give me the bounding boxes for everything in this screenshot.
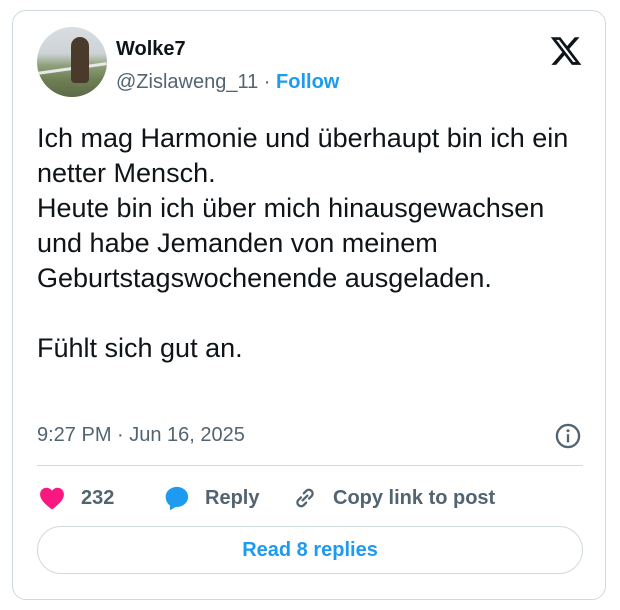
- like-count: 232: [81, 486, 115, 509]
- divider: [37, 465, 583, 466]
- read-replies-button[interactable]: Read 8 replies: [37, 526, 583, 574]
- avatar[interactable]: [37, 27, 107, 97]
- copy-link-label: Copy link to post: [333, 486, 496, 509]
- separator-dot: ·: [263, 71, 271, 93]
- read-replies-label: Read 8 replies: [242, 538, 378, 561]
- reply-label: Reply: [205, 486, 260, 509]
- info-icon[interactable]: [554, 422, 582, 450]
- tweet-card: Wolke7 @Zislaweng_11 · Follow Ich mag Ha…: [12, 10, 606, 600]
- tweet-timestamp[interactable]: 9:27 PM · Jun 16, 2025: [37, 424, 245, 447]
- x-logo-icon[interactable]: [549, 34, 583, 68]
- reply-button[interactable]: Reply: [163, 481, 259, 515]
- copy-link-button[interactable]: Copy link to post: [291, 481, 495, 515]
- like-button[interactable]: 232: [39, 481, 114, 515]
- follow-link[interactable]: Follow: [276, 71, 339, 93]
- link-icon: [296, 488, 314, 508]
- heart-icon: [40, 487, 64, 510]
- reply-bubble-icon: [165, 486, 189, 511]
- tweet-text: Ich mag Harmonie und überhaupt bin ich e…: [37, 123, 569, 363]
- author-handle-row: @Zislaweng_11 · Follow: [116, 71, 339, 94]
- author-name[interactable]: Wolke7: [116, 38, 186, 61]
- author-handle[interactable]: @Zislaweng_11: [116, 71, 258, 93]
